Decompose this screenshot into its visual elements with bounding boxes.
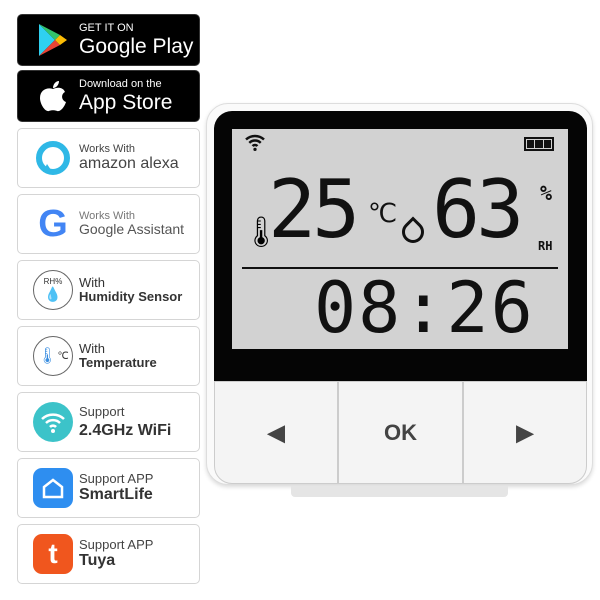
smartlife-icon [33, 468, 73, 508]
apple-icon [33, 76, 73, 116]
temperature-value: 25 [268, 163, 360, 256]
ok-button[interactable]: OK [338, 381, 463, 484]
rh-label: RH [538, 239, 553, 253]
badge-line2: Tuya [79, 552, 116, 570]
badge-line1: Download on the [79, 78, 162, 91]
badge-line1: Works With [79, 143, 136, 156]
badge-line1: With [79, 274, 105, 290]
badge-line1: Support APP [79, 471, 154, 487]
badge-google-assistant: G Works With Google Assistant [17, 194, 200, 254]
badge-line1: Support APP [79, 537, 154, 553]
celsius-label: ℃ [57, 350, 69, 362]
badge-line1: Support [79, 403, 125, 419]
device-stand [291, 486, 508, 497]
badge-line2: Google Play [79, 34, 194, 58]
alexa-icon [33, 138, 73, 178]
badge-line2: Humidity Sensor [79, 289, 183, 304]
badge-line1: GET IT ON [79, 22, 134, 35]
badge-tuya: t Support APP Tuya [17, 524, 200, 584]
badge-line2: Google Assistant [79, 221, 185, 238]
google-play-icon [33, 20, 73, 60]
humidity-icon: RH% 💧 [33, 270, 73, 310]
water-drop-icon: 💧 [44, 286, 62, 302]
badge-line1: With [79, 340, 105, 356]
temperature-unit: ℃ [368, 199, 398, 229]
thermometer-icon: 🌡 ℃ [33, 336, 73, 376]
screen-bezel: 🌡 25 ℃ 63 % RH 08:26 [214, 111, 587, 381]
drop-icon [397, 216, 429, 248]
wifi-icon [244, 133, 266, 155]
wifi-icon [33, 402, 73, 442]
humidity-unit: % [540, 181, 553, 205]
ok-label: OK [383, 419, 417, 445]
right-arrow-icon: ▶ [516, 419, 534, 445]
device-buttons: ◀ OK ▶ [214, 381, 587, 484]
left-button[interactable]: ◀ [214, 381, 339, 484]
badge-app-store[interactable]: Download on the App Store [17, 70, 200, 122]
badge-smartlife: Support APP SmartLife [17, 458, 200, 518]
badge-alexa: Works With amazon alexa [17, 128, 200, 188]
right-button[interactable]: ▶ [462, 381, 587, 484]
lcd-display: 🌡 25 ℃ 63 % RH 08:26 [232, 129, 568, 349]
left-arrow-icon: ◀ [267, 419, 285, 445]
humidity-icon-label: RH% [43, 277, 63, 286]
google-icon: G [38, 202, 68, 245]
badge-wifi: Support 2.4GHz WiFi [17, 392, 200, 452]
badge-line2: Temperature [79, 355, 157, 370]
badge-line2: 2.4GHz WiFi [79, 421, 172, 439]
time-value: 08:26 [314, 267, 535, 349]
humidity-value: 63 [432, 163, 524, 256]
badge-temperature: 🌡 ℃ With Temperature [17, 326, 200, 386]
badge-line2: App Store [79, 90, 173, 114]
thermometer-glyph: 🌡 [37, 348, 58, 365]
battery-icon [524, 137, 554, 151]
thermometer-hygrometer-device: 🌡 25 ℃ 63 % RH 08:26 ◀ OK ▶ [206, 103, 593, 485]
tuya-icon: t [33, 534, 73, 574]
badge-line2: SmartLife [79, 486, 153, 504]
badge-google-play[interactable]: GET IT ON Google Play [17, 14, 200, 66]
badge-line2: amazon alexa [79, 155, 179, 173]
badge-humidity: RH% 💧 With Humidity Sensor [17, 260, 200, 320]
